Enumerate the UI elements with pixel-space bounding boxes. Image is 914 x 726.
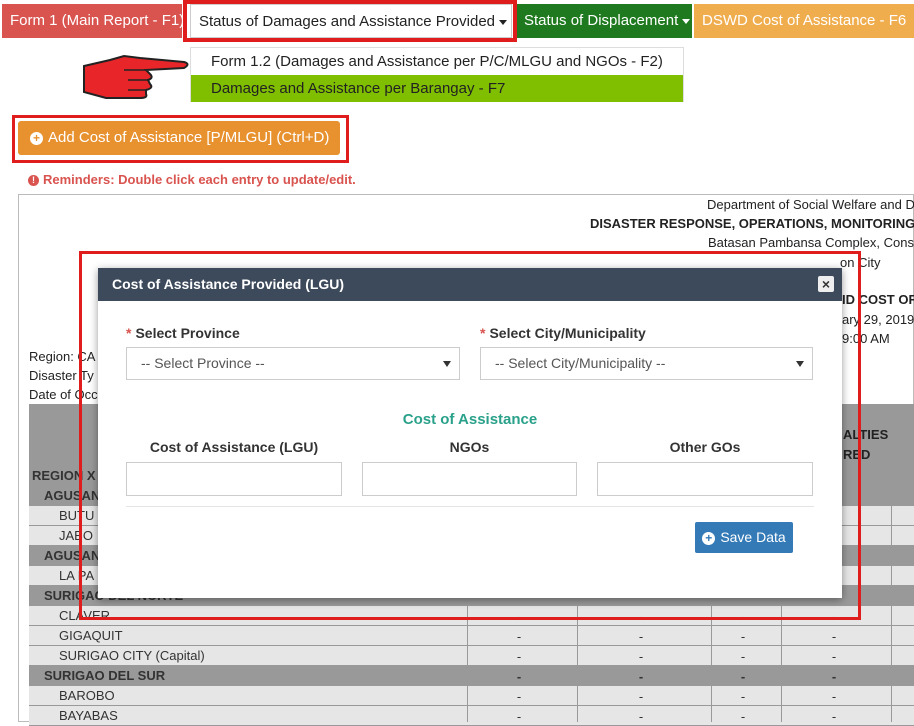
tab-form1[interactable]: Form 1 (Main Report - F1): [2, 4, 182, 38]
report-agency: Department of Social Welfare and D: [707, 197, 914, 212]
reminder-label: Reminders: Double click each entry to up…: [43, 172, 356, 187]
tab-dswd-cost[interactable]: DSWD Cost of Assistance - F6: [694, 4, 914, 38]
highlight-box-tab: [183, 0, 517, 42]
plus-circle-icon: +: [30, 131, 43, 145]
tab-dswd-label: DSWD Cost of Assistance - F6: [702, 12, 907, 29]
menu-item-form-1-2[interactable]: Form 1.2 (Damages and Assistance per P/C…: [191, 48, 683, 75]
add-button-label: Add Cost of Assistance [P/MLGU] (Ctrl+D): [48, 129, 330, 146]
tab-form1-label: Form 1 (Main Report - F1): [10, 12, 182, 29]
report-title: DISASTER RESPONSE, OPERATIONS, MONITORIN…: [590, 216, 914, 231]
reminder-text: ! Reminders: Double click each entry to u…: [28, 172, 356, 187]
pointing-hand-icon: [83, 54, 189, 99]
highlight-box-modal: [79, 251, 861, 620]
report-address: Batasan Pambansa Complex, Cons: [708, 235, 914, 250]
add-cost-of-assistance-button[interactable]: + Add Cost of Assistance [P/MLGU] (Ctrl+D…: [18, 121, 340, 155]
info-circle-icon: !: [28, 175, 39, 187]
status-dropdown-menu: Form 1.2 (Damages and Assistance per P/C…: [190, 47, 684, 102]
column-divider: [891, 404, 892, 722]
tab-displacement[interactable]: Status of Displacement: [516, 4, 692, 38]
tab-displacement-label: Status of Displacement: [524, 12, 679, 29]
caret-down-icon: [682, 18, 691, 24]
menu-item-barangay-f7[interactable]: Damages and Assistance per Barangay - F7: [191, 75, 683, 102]
